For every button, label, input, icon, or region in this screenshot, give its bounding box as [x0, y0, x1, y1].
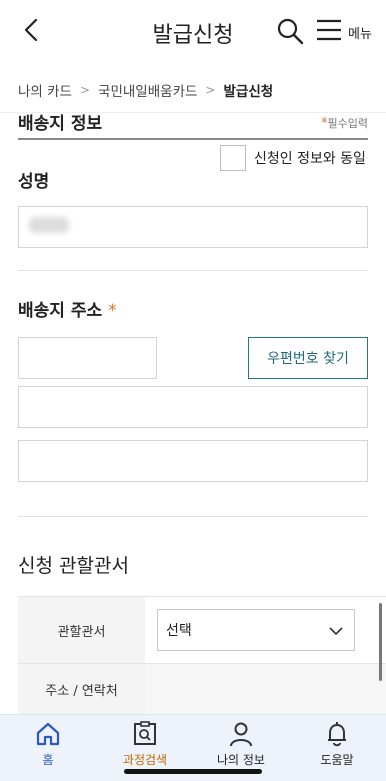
tab-course-search-label: 과정검색	[122, 753, 168, 767]
required-note: *필수입력	[321, 116, 368, 131]
tab-help-label: 도움말	[320, 753, 354, 767]
person-icon	[201, 721, 281, 747]
breadcrumb-item-my-card[interactable]: 나의 카드	[18, 80, 72, 100]
office-table: 관할관서 선택 주소 / 연락처	[18, 596, 386, 715]
breadcrumb-item-current: 발급신청	[223, 84, 274, 100]
name-field[interactable]	[18, 206, 368, 248]
same-as-applicant[interactable]: 신청인 정보와 동일	[220, 145, 366, 171]
same-as-applicant-label: 신청인 정보와 동일	[254, 151, 366, 167]
tab-home[interactable]: 홈	[8, 721, 88, 768]
home-icon	[8, 721, 88, 747]
chevron-right-icon: >	[79, 83, 91, 97]
divider	[18, 516, 368, 517]
chevron-down-icon	[328, 623, 344, 639]
divider	[18, 270, 368, 271]
search-icon[interactable]	[276, 17, 304, 45]
delivery-section-header: 배송지 정보 *필수입력	[18, 111, 368, 137]
tab-course-search[interactable]: 과정검색	[105, 721, 185, 768]
redacted-name	[29, 217, 69, 233]
tab-home-label: 홈	[42, 753, 54, 767]
tab-my-info[interactable]: 나의 정보	[201, 721, 281, 768]
address-line1-field[interactable]	[18, 386, 368, 428]
hamburger-icon	[316, 19, 342, 45]
scrollbar[interactable]	[379, 603, 382, 681]
table-header-office: 관할관서	[18, 597, 145, 663]
chevron-right-icon: >	[205, 83, 216, 97]
office-select[interactable]: 선택	[157, 609, 355, 651]
office-section-title: 신청 관할관서	[18, 555, 129, 577]
table-header-address-contact: 주소 / 연락처	[18, 664, 145, 715]
top-bar: 발급신청 메뉴	[0, 0, 386, 64]
address-label: 배송지 주소 *	[18, 301, 117, 321]
section-divider	[18, 138, 368, 140]
bell-icon	[297, 721, 377, 747]
breadcrumb-item-card[interactable]: 국민내일배움카드	[98, 80, 197, 100]
zipcode-field[interactable]	[18, 337, 157, 379]
same-as-applicant-checkbox[interactable]	[220, 145, 246, 171]
breadcrumb: 나의 카드 > 국민내일배움카드 > 발급신청	[18, 80, 273, 100]
address-line2-field[interactable]	[18, 440, 368, 482]
table-row: 주소 / 연락처	[18, 663, 386, 715]
tab-help[interactable]: 도움말	[297, 721, 377, 768]
name-label: 성명	[18, 172, 50, 192]
required-star-icon: *	[108, 301, 117, 321]
find-zipcode-button[interactable]: 우편번호 찾기	[248, 337, 368, 379]
tab-my-info-label: 나의 정보	[217, 753, 265, 767]
menu-button[interactable]: 메뉴	[316, 18, 372, 46]
home-indicator	[124, 769, 262, 774]
table-row: 관할관서 선택	[18, 596, 386, 663]
address-contact-value	[145, 664, 386, 715]
course-search-icon	[105, 721, 185, 747]
menu-label: 메뉴	[348, 26, 372, 42]
section-title: 배송지 정보	[18, 114, 103, 134]
table-cell: 선택	[145, 597, 386, 663]
office-select-value: 선택	[166, 623, 192, 639]
